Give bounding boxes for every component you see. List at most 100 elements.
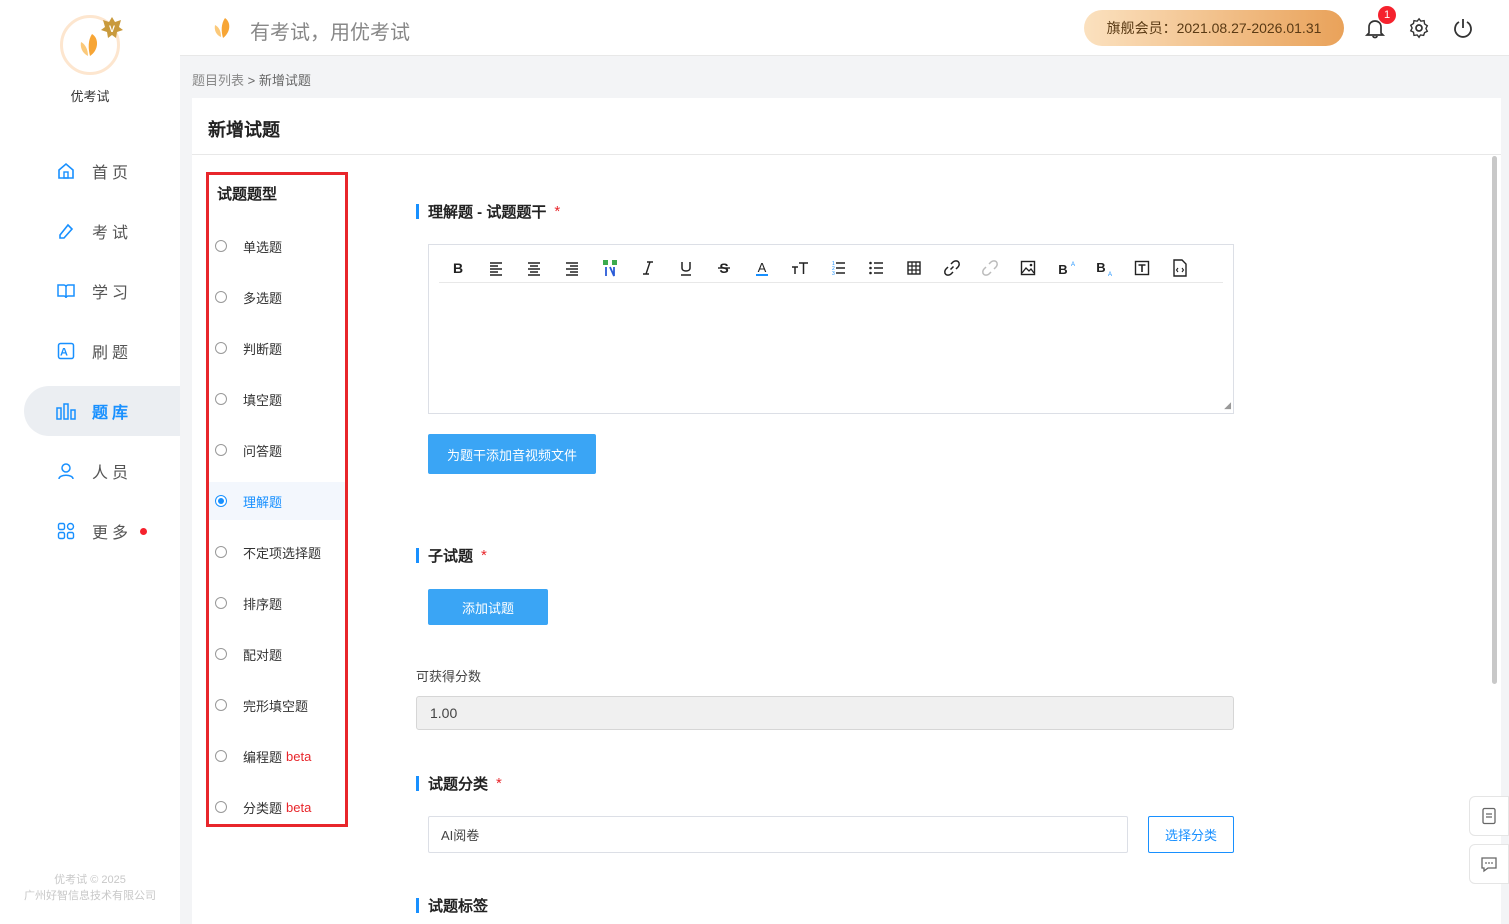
align-right-button[interactable] <box>553 253 591 283</box>
breadcrumb-parent[interactable]: 题目列表 <box>192 73 244 88</box>
ordered-list-icon: 123 <box>832 261 845 276</box>
book-icon <box>56 281 76 301</box>
nav-label: 题库 <box>92 405 133 422</box>
align-left-button[interactable] <box>477 253 515 283</box>
letter-a-icon: A <box>56 341 76 361</box>
unordered-list-icon <box>869 261 883 274</box>
type-option-qa[interactable]: 问答题 <box>209 431 345 469</box>
score-label: 可获得分数 <box>416 669 482 684</box>
type-option-multiple[interactable]: 多选题 <box>209 278 345 316</box>
radio-button[interactable] <box>215 648 227 660</box>
nav-question-bank[interactable]: 题库 <box>24 386 180 436</box>
vip-crown-icon: V <box>101 17 123 38</box>
code-file-button[interactable] <box>1161 253 1199 283</box>
type-option-label: 理解题 <box>243 494 283 510</box>
type-option-true-false[interactable]: 判断题 <box>209 329 345 367</box>
radio-button-selected[interactable] <box>215 495 227 507</box>
nav-label: 首页 <box>92 165 133 182</box>
tags-section-title: 试题标签 <box>416 895 488 916</box>
format-painter-button[interactable] <box>591 253 629 283</box>
chat-float-button[interactable] <box>1469 844 1509 884</box>
strikethrough-button[interactable]: S <box>705 253 743 283</box>
unordered-list-button[interactable] <box>857 253 895 283</box>
notes-float-button[interactable] <box>1469 796 1509 836</box>
stem-section-title: 理解题 - 试题题干 * <box>416 201 560 222</box>
gear-icon[interactable] <box>1408 17 1430 39</box>
question-type-list: 试题题型 单选题 多选题 判断题 填空题 问答题 理解题 不定项选择题 排序题 … <box>206 172 348 827</box>
radio-button[interactable] <box>215 291 227 303</box>
radio-button[interactable] <box>215 393 227 405</box>
section-title: 子试题 <box>428 548 474 565</box>
image-button[interactable] <box>1009 253 1047 283</box>
resize-handle-icon[interactable]: ◢ <box>1224 400 1231 411</box>
italic-button[interactable] <box>629 253 667 283</box>
add-media-button[interactable]: 为题干添加音视频文件 <box>428 434 596 474</box>
type-option-fill-blank[interactable]: 填空题 <box>209 380 345 418</box>
user-icon <box>56 461 76 481</box>
type-option-programming[interactable]: 编程题 beta <box>209 737 345 775</box>
link-button[interactable] <box>933 253 971 283</box>
type-option-cloze[interactable]: 完形填空题 <box>209 686 345 724</box>
type-option-indefinite[interactable]: 不定项选择题 <box>209 533 345 571</box>
font-color-icon: A <box>756 260 768 276</box>
radio-button[interactable] <box>215 801 227 813</box>
align-left-icon <box>490 261 502 276</box>
subscript-button[interactable]: BA <box>1085 253 1123 283</box>
nav-study[interactable]: 学习 <box>24 266 180 316</box>
type-option-label: 完形填空题 <box>243 698 309 714</box>
image-icon <box>1020 260 1036 275</box>
sub-question-section-title: 子试题 * <box>416 545 487 566</box>
svg-text:B: B <box>1096 260 1105 275</box>
nav-label: 更多 <box>92 525 133 542</box>
power-icon[interactable] <box>1452 17 1474 39</box>
font-color-button[interactable]: A <box>743 253 781 283</box>
type-option-single[interactable]: 单选题 <box>209 227 345 265</box>
radio-button[interactable] <box>215 546 227 558</box>
membership-badge[interactable]: 旗舰会员：2021.08.27-2026.01.31 <box>1084 10 1344 46</box>
bold-button[interactable]: B <box>439 253 477 283</box>
type-option-classification[interactable]: 分类题 beta <box>209 788 345 826</box>
underline-button[interactable] <box>667 253 705 283</box>
bold-icon: B <box>453 260 463 276</box>
font-size-button[interactable] <box>781 253 819 283</box>
choose-category-button[interactable]: 选择分类 <box>1148 816 1234 853</box>
type-option-label: 排序题 <box>243 596 283 612</box>
type-option-matching[interactable]: 配对题 <box>209 635 345 673</box>
type-option-label: 分类题 <box>243 800 283 816</box>
radio-button[interactable] <box>215 444 227 456</box>
nav-exam[interactable]: 考试 <box>24 206 180 256</box>
pen-icon <box>56 221 76 241</box>
add-question-button[interactable]: 添加试题 <box>428 589 548 625</box>
nav-more[interactable]: 更多 <box>24 506 180 556</box>
nav-practice[interactable]: A 刷题 <box>24 326 180 376</box>
radio-button[interactable] <box>215 699 227 711</box>
type-option-comprehension[interactable]: 理解题 <box>209 482 345 520</box>
radio-button[interactable] <box>215 240 227 252</box>
type-option-label: 问答题 <box>243 443 283 459</box>
table-icon <box>907 260 921 275</box>
section-marker <box>416 776 419 791</box>
align-right-icon <box>566 261 578 276</box>
radio-button[interactable] <box>215 597 227 609</box>
scrollbar[interactable] <box>1492 156 1497 684</box>
unlink-button[interactable] <box>971 253 1009 283</box>
nav-home[interactable]: 首页 <box>24 146 180 196</box>
align-center-button[interactable] <box>515 253 553 283</box>
unlink-icon <box>982 259 998 276</box>
rich-text-editor[interactable]: B S A 123 BA BA ◢ <box>428 244 1234 414</box>
type-option-label: 不定项选择题 <box>243 545 322 561</box>
type-option-label: 多选题 <box>243 290 283 306</box>
radio-button[interactable] <box>215 342 227 354</box>
nav-people[interactable]: 人员 <box>24 446 180 496</box>
type-option-sorting[interactable]: 排序题 <box>209 584 345 622</box>
text-box-button[interactable] <box>1123 253 1161 283</box>
table-button[interactable] <box>895 253 933 283</box>
category-section-title: 试题分类 * <box>416 773 502 794</box>
ordered-list-button[interactable]: 123 <box>819 253 857 283</box>
radio-button[interactable] <box>215 750 227 762</box>
category-input[interactable]: AI阅卷 <box>428 816 1128 853</box>
page-title: 新增试题 <box>208 120 280 140</box>
breadcrumb-separator: > <box>247 73 256 88</box>
superscript-button[interactable]: BA <box>1047 253 1085 283</box>
paint-format-icon <box>603 259 617 276</box>
